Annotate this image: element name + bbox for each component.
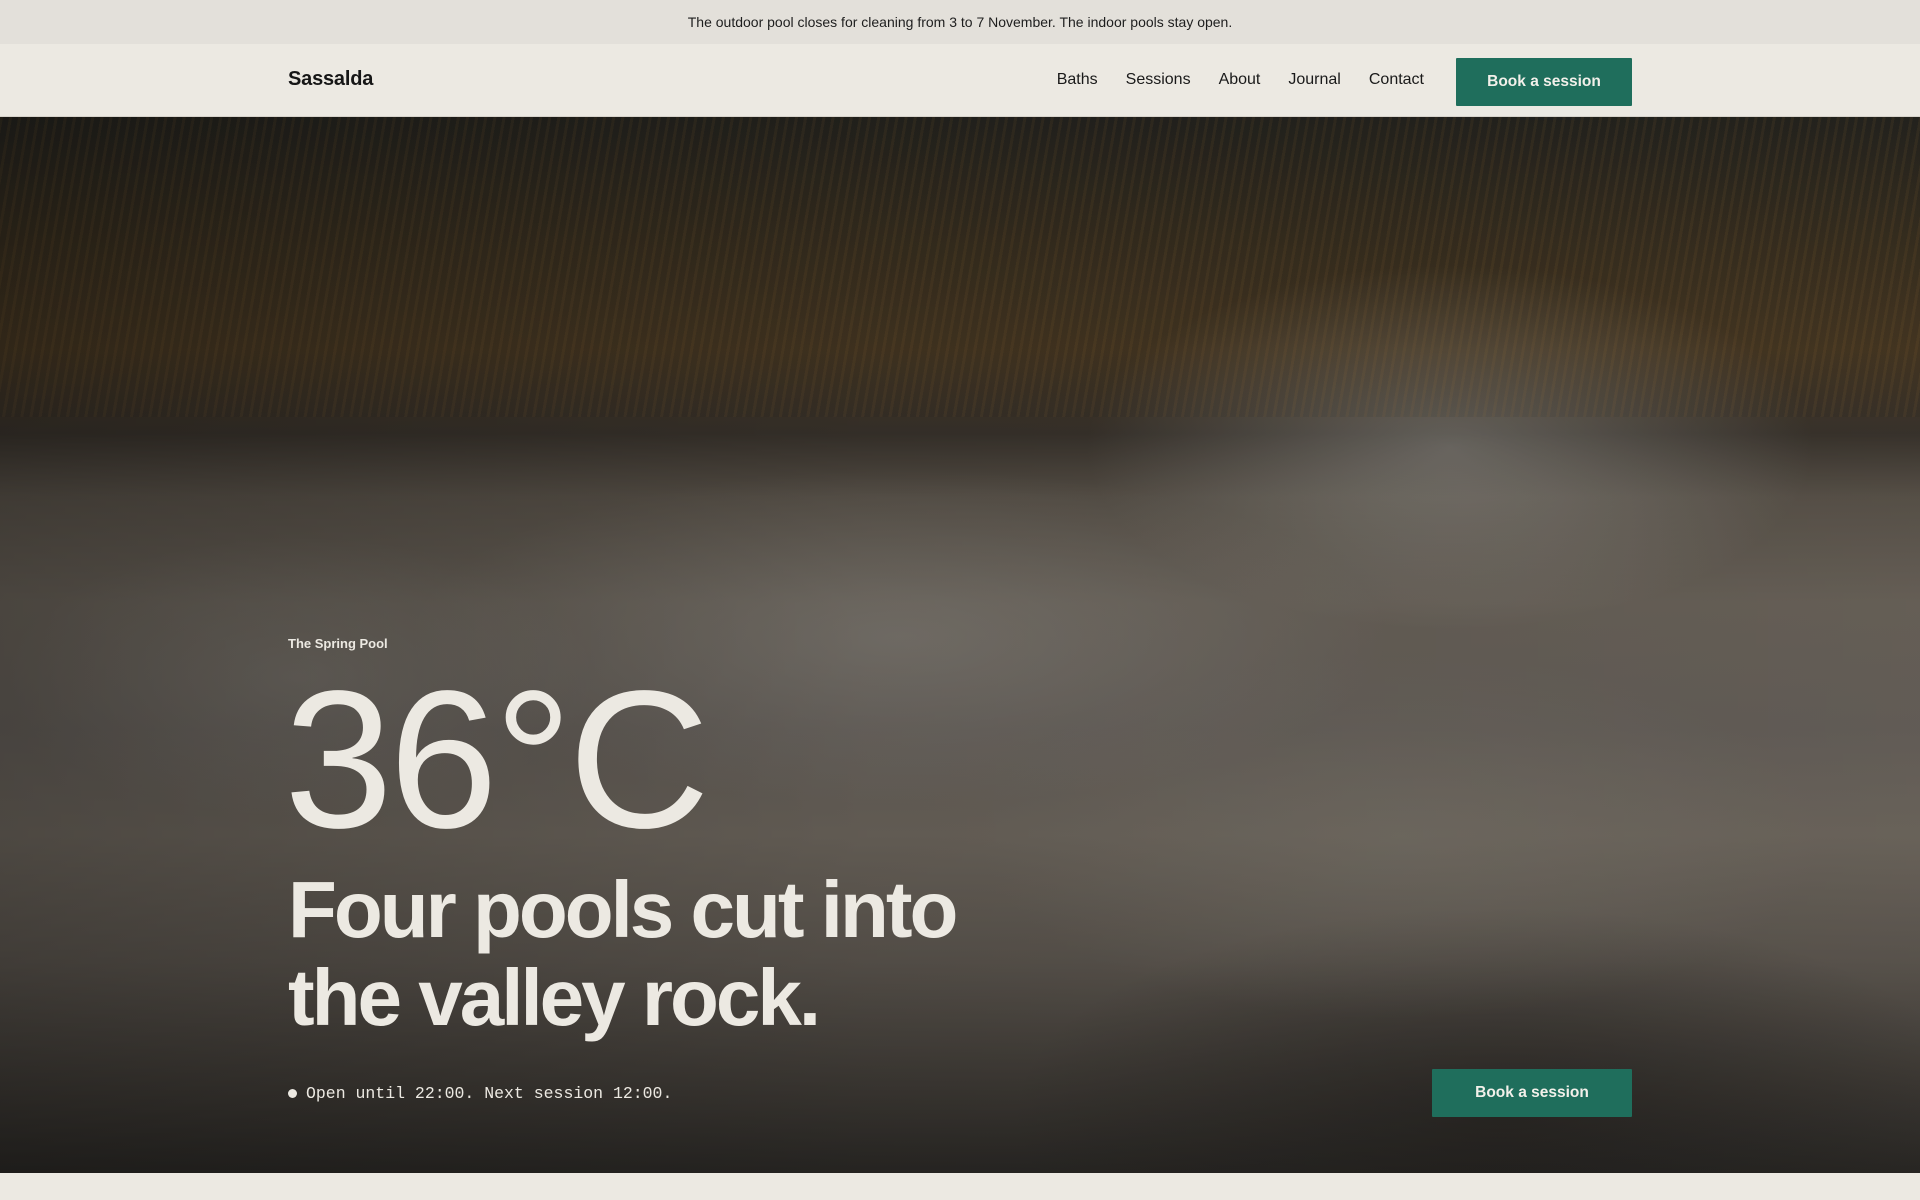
temperature-readout: 36°C xyxy=(284,650,710,869)
site-header: Sassalda Baths Sessions About Journal Co… xyxy=(0,44,1920,117)
opening-status: Open until 22:00. Next session 12:00. xyxy=(288,1084,672,1103)
status-dot-icon xyxy=(288,1089,297,1098)
announcement-bar: The outdoor pool closes for cleaning fro… xyxy=(0,0,1920,44)
page-below-fold xyxy=(0,1173,1920,1200)
main-nav: Baths Sessions About Journal Contact xyxy=(1057,71,1424,89)
hero-eyebrow-label: The Spring Pool xyxy=(288,636,388,651)
nav-item-journal[interactable]: Journal xyxy=(1288,71,1340,89)
brand-logo[interactable]: Sassalda xyxy=(288,68,373,91)
headline-line-1: Four pools cut into xyxy=(288,865,958,954)
hero-headline: Four pools cut into the valley rock. xyxy=(288,866,1048,1042)
nav-item-about[interactable]: About xyxy=(1219,71,1261,89)
announcement-text: The outdoor pool closes for cleaning fro… xyxy=(687,14,1233,30)
nav-item-contact[interactable]: Contact xyxy=(1369,71,1424,89)
nav-item-baths[interactable]: Baths xyxy=(1057,71,1098,89)
headline-line-2: the valley rock. xyxy=(288,953,821,1042)
status-text: Open until 22:00. Next session 12:00. xyxy=(306,1084,673,1103)
nav-item-sessions[interactable]: Sessions xyxy=(1126,71,1191,89)
header-book-session-button[interactable]: Book a session xyxy=(1456,58,1632,106)
hero-book-session-button[interactable]: Book a session xyxy=(1432,1069,1632,1117)
